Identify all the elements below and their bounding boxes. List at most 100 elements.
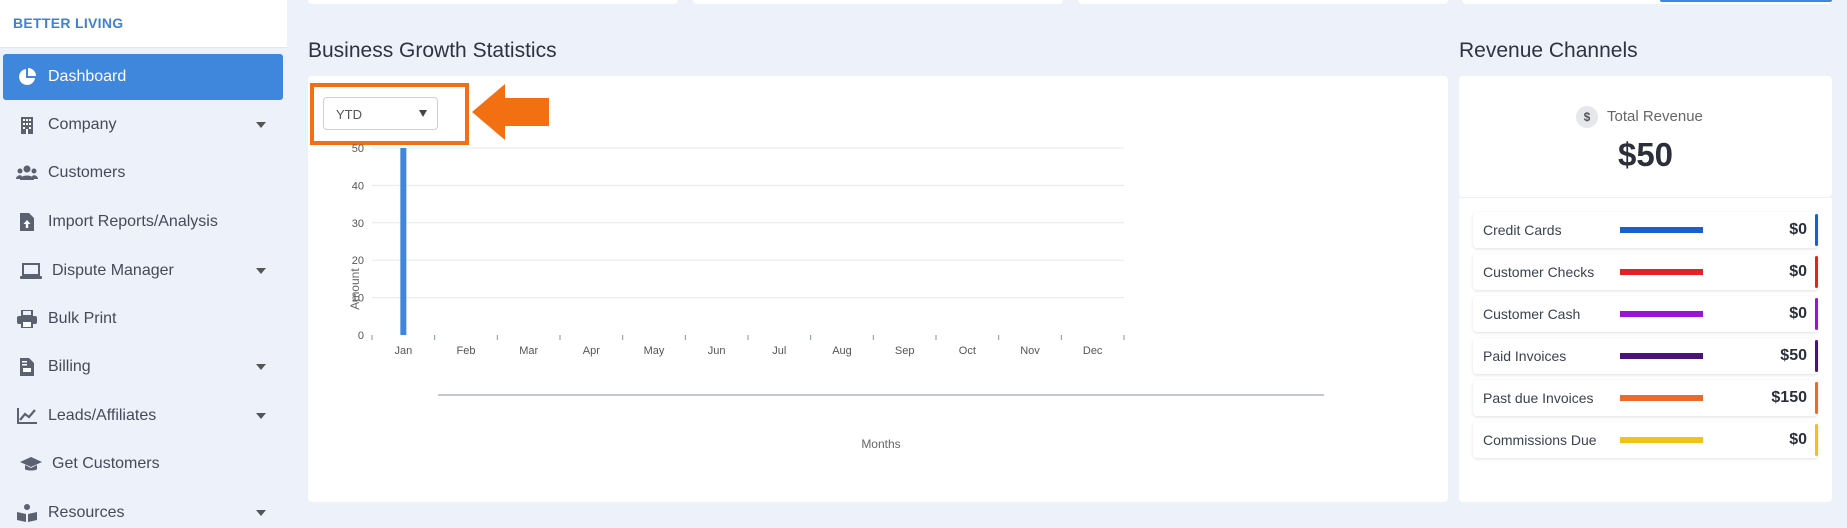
sidebar-item-label: Billing (48, 358, 91, 375)
x-tick-label: Sep (895, 345, 915, 357)
y-tick-label: 40 (352, 180, 364, 192)
channel-color-bar (1620, 395, 1703, 401)
sidebar-item-label: Bulk Print (48, 310, 117, 327)
brand-logo-text[interactable]: BETTER LIVING (13, 15, 123, 31)
channel-row-paid-invoices: Paid Invoices $50 (1473, 338, 1818, 374)
stat-card-stub (693, 0, 1063, 4)
chevron-down-icon (256, 268, 266, 274)
x-tick-label: Apr (583, 345, 600, 357)
channel-row-commissions-due: Commissions Due $0 (1473, 422, 1818, 458)
y-axis-ticks: 01020304050 (352, 143, 364, 342)
channel-name: Commissions Due (1483, 432, 1597, 448)
business-growth-title: Business Growth Statistics (308, 39, 557, 62)
x-tick-label: May (644, 345, 665, 357)
sidebar-item-customers[interactable]: Customers (3, 150, 283, 196)
channel-name: Past due Invoices (1483, 390, 1594, 406)
channel-row-credit-cards: Credit Cards $0 (1473, 212, 1818, 248)
channel-edge-accent (1815, 340, 1818, 372)
x-axis-label: Months (861, 437, 900, 451)
chart-bars (400, 148, 407, 335)
sidebar-item-label: Import Reports/Analysis (48, 213, 218, 230)
sidebar-item-resources[interactable]: Resources (3, 490, 283, 528)
sidebar-item-label: Resources (48, 504, 125, 521)
channel-edge-accent (1815, 298, 1818, 330)
channel-value: $0 (1789, 263, 1807, 280)
channel-edge-accent (1815, 256, 1818, 288)
dollar-icon: $ (1576, 106, 1598, 128)
revenue-channels-title: Revenue Channels (1459, 39, 1638, 62)
sidebar: BETTER LIVING Dashboard Company Customer… (0, 0, 287, 528)
channel-name: Credit Cards (1483, 222, 1562, 238)
sidebar-item-label: Leads/Affiliates (48, 407, 157, 424)
x-tick-label: Mar (519, 345, 538, 357)
channel-row-customer-checks: Customer Checks $0 (1473, 254, 1818, 290)
channel-row-past-due-invoices: Past due Invoices $150 (1473, 380, 1818, 416)
x-tick-label: Nov (1020, 345, 1040, 357)
sidebar-item-get-customers[interactable]: Get Customers (3, 441, 283, 487)
chevron-down-icon (256, 122, 266, 128)
stat-card-stub (308, 0, 678, 4)
building-icon (16, 114, 38, 136)
channel-name: Customer Checks (1483, 264, 1595, 280)
sidebar-item-company[interactable]: Company (3, 102, 283, 148)
business-growth-chart: 01020304050 Jan Feb Mar Apr May Jun Jul Aug Sep O… (348, 143, 1324, 451)
sidebar-item-label: Customers (48, 164, 126, 181)
stat-card-stub (1078, 0, 1448, 4)
laptop-icon (20, 260, 42, 282)
chart-gridlines (372, 147, 1124, 299)
channel-value: $0 (1789, 221, 1807, 238)
y-tick-label: 0 (358, 330, 364, 342)
graduation-cap-icon (20, 453, 42, 475)
chevron-down-icon (256, 364, 266, 370)
channel-color-bar (1620, 227, 1703, 233)
pie-chart-icon (16, 66, 38, 88)
sidebar-item-dispute-manager[interactable]: Dispute Manager (3, 248, 283, 294)
y-tick-label: 20 (352, 255, 364, 267)
chevron-down-icon (256, 413, 266, 419)
sidebar-item-leads-affiliates[interactable]: Leads/Affiliates (3, 393, 283, 439)
x-tick-label: Jan (394, 345, 412, 357)
invoice-icon (16, 356, 38, 378)
y-tick-label: 50 (352, 143, 364, 155)
sidebar-item-label: Dispute Manager (52, 262, 174, 279)
sidebar-item-label: Company (48, 116, 117, 133)
file-upload-icon (16, 211, 38, 233)
sidebar-item-label: Dashboard (48, 68, 127, 85)
channel-name: Paid Invoices (1483, 348, 1567, 364)
channel-color-bar (1620, 353, 1703, 359)
x-tick-label: Jun (708, 345, 726, 357)
bar-jan[interactable] (400, 148, 407, 335)
channel-color-bar (1620, 311, 1703, 317)
x-tick-label: Feb (457, 345, 476, 357)
brand-header: BETTER LIVING (0, 0, 287, 48)
x-axis-ticks: Jan Feb Mar Apr May Jun Jul Aug Sep Oct Nov Dec (371, 335, 1125, 357)
channel-edge-accent (1815, 424, 1818, 456)
channel-value: $0 (1789, 305, 1807, 322)
users-icon (16, 162, 38, 184)
x-tick-label: Dec (1083, 345, 1103, 357)
sidebar-item-label: Get Customers (52, 455, 160, 472)
channel-color-bar (1620, 269, 1703, 275)
chevron-down-icon (256, 510, 266, 516)
book-reader-icon (16, 502, 38, 524)
x-tick-label: Oct (959, 345, 976, 357)
x-tick-label: Jul (772, 345, 786, 357)
channel-name: Customer Cash (1483, 306, 1581, 322)
y-axis-label: Amount (348, 268, 362, 310)
sidebar-item-billing[interactable]: Billing (3, 344, 283, 390)
channel-value: $0 (1789, 431, 1807, 448)
channel-value: $50 (1780, 347, 1807, 364)
channel-value: $150 (1771, 389, 1807, 406)
x-tick-label: Aug (832, 345, 852, 357)
channel-color-bar (1620, 437, 1703, 443)
channel-row-customer-cash: Customer Cash $0 (1473, 296, 1818, 332)
y-tick-label: 30 (352, 218, 364, 230)
stat-card-accent (1660, 0, 1832, 2)
total-revenue-label: Total Revenue (1607, 108, 1703, 125)
sidebar-item-import-reports[interactable]: Import Reports/Analysis (3, 199, 283, 245)
channel-edge-accent (1815, 382, 1818, 414)
channel-edge-accent (1815, 214, 1818, 246)
sidebar-item-bulk-print[interactable]: Bulk Print (3, 296, 283, 342)
printer-icon (16, 308, 38, 330)
sidebar-item-dashboard[interactable]: Dashboard (3, 54, 283, 100)
